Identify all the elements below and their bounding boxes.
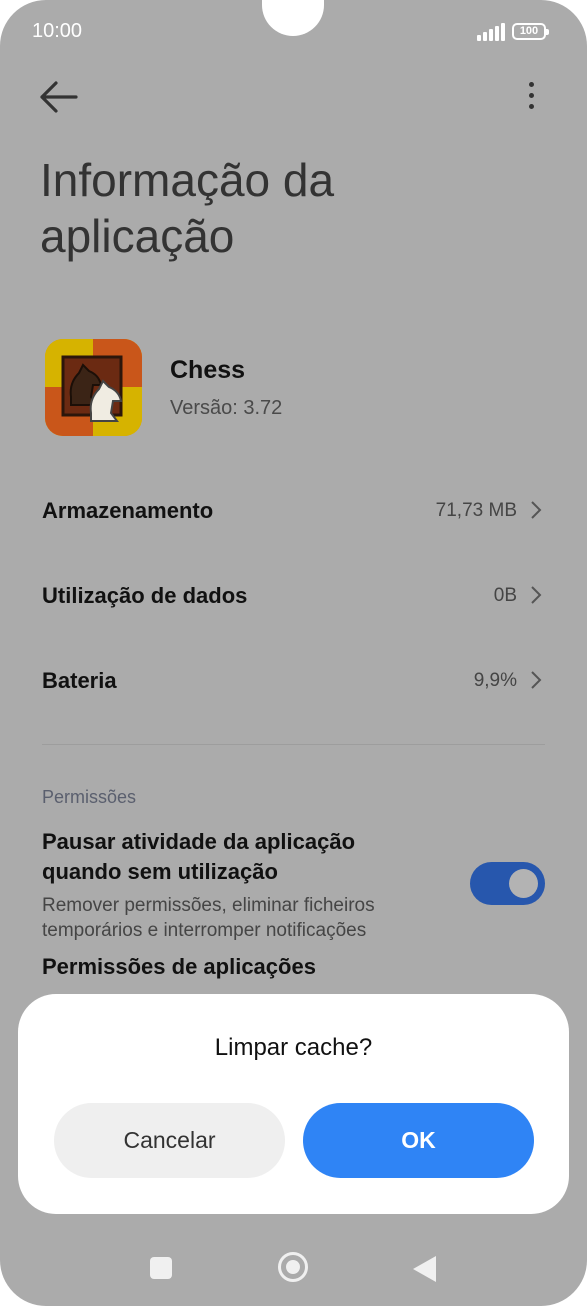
- nav-recents-icon[interactable]: [150, 1257, 172, 1279]
- app-name: Chess: [170, 356, 246, 384]
- row-value: 9,9%: [473, 670, 517, 691]
- row-label: Armazenamento: [42, 498, 214, 523]
- row-label: Utilização de dados: [42, 583, 248, 608]
- chess-knight-icon: [45, 339, 142, 436]
- more-options-button[interactable]: [520, 82, 542, 116]
- nav-home-icon[interactable]: [278, 1252, 308, 1282]
- chevron-right-icon: [531, 671, 542, 689]
- pause-activity-subtitle: Remover permissões, eliminar ficheiros t…: [42, 895, 375, 941]
- navigation-bar: [0, 1230, 587, 1306]
- app-permissions-row[interactable]: Permissões de aplicações: [42, 954, 316, 980]
- app-version: Versão: 3.72: [170, 397, 283, 419]
- divider: [42, 744, 545, 745]
- app-icon: [45, 339, 142, 436]
- cancel-button[interactable]: Cancelar: [54, 1103, 285, 1178]
- signal-icon: [477, 23, 507, 41]
- battery-icon: 100: [512, 23, 549, 40]
- status-time: 10:00: [32, 20, 83, 42]
- toggle-knob: [509, 869, 538, 898]
- back-arrow-icon: [40, 81, 78, 113]
- permissions-section-label: Permissões: [42, 787, 137, 807]
- page-title: Informação da aplicação: [40, 154, 335, 262]
- camera-notch: [262, 0, 324, 36]
- ok-button[interactable]: OK: [303, 1103, 534, 1178]
- clear-cache-dialog: Limpar cache? Cancelar OK: [18, 994, 569, 1214]
- pause-activity-title: Pausar atividade da aplicação quando sem…: [42, 829, 356, 884]
- back-button[interactable]: [38, 80, 82, 114]
- nav-back-icon[interactable]: [413, 1256, 436, 1282]
- dialog-title: Limpar cache?: [214, 1034, 373, 1061]
- chevron-right-icon: [531, 586, 542, 604]
- battery-row[interactable]: Bateria 9,9%: [42, 658, 545, 702]
- pause-activity-toggle[interactable]: [470, 862, 545, 905]
- data-usage-row[interactable]: Utilização de dados 0B: [42, 573, 545, 617]
- phone-screen: 10:00 100 Informação da aplicação Chess …: [0, 0, 587, 1306]
- row-label: Bateria: [42, 668, 117, 693]
- row-value: 71,73 MB: [435, 500, 517, 521]
- chevron-right-icon: [531, 501, 542, 519]
- storage-row[interactable]: Armazenamento 71,73 MB: [42, 488, 545, 532]
- more-vert-icon: [528, 82, 534, 87]
- row-value: 0B: [493, 585, 517, 606]
